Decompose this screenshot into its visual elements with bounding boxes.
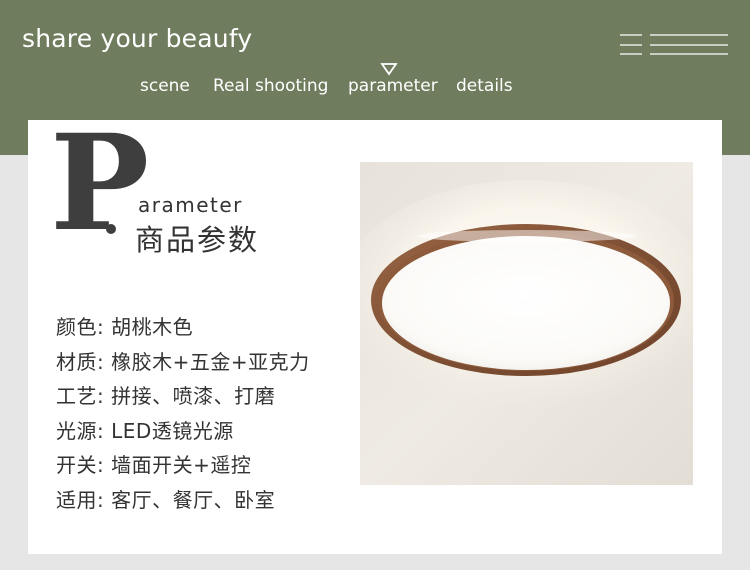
tab-real-shooting[interactable]: Real shooting xyxy=(213,76,328,96)
active-tab-marker-icon xyxy=(380,63,398,76)
product-photo xyxy=(360,162,693,485)
initial-dot-decoration xyxy=(106,224,116,234)
section-title-chinese: 商品参数 xyxy=(135,223,260,257)
ceiling-lamp-image xyxy=(360,162,693,485)
spec-list: 颜色: 胡桃木色 材质: 橡胶木+五金+亚克力 工艺: 拼接、喷漆、打磨 光源:… xyxy=(56,312,310,519)
section-title-english: arameter xyxy=(138,193,243,217)
spec-craft: 工艺: 拼接、喷漆、打磨 xyxy=(56,384,276,408)
menu-icon[interactable] xyxy=(620,33,730,57)
tab-scene[interactable]: scene xyxy=(140,76,190,96)
spec-material: 材质: 橡胶木+五金+亚克力 xyxy=(56,349,310,374)
spec-color: 颜色: 胡桃木色 xyxy=(56,315,194,339)
spec-switch: 开关: 墙面开关+遥控 xyxy=(56,453,252,477)
spec-light-source: 光源: LED透镜光源 xyxy=(56,418,234,443)
spec-application: 适用: 客厅、餐厅、卧室 xyxy=(56,487,276,512)
brand-title: share your beaufy xyxy=(22,24,253,53)
nav-tabs: scene Real shooting parameter details xyxy=(0,76,750,100)
tab-details[interactable]: details xyxy=(456,76,513,96)
tab-parameter[interactable]: parameter xyxy=(348,76,438,96)
